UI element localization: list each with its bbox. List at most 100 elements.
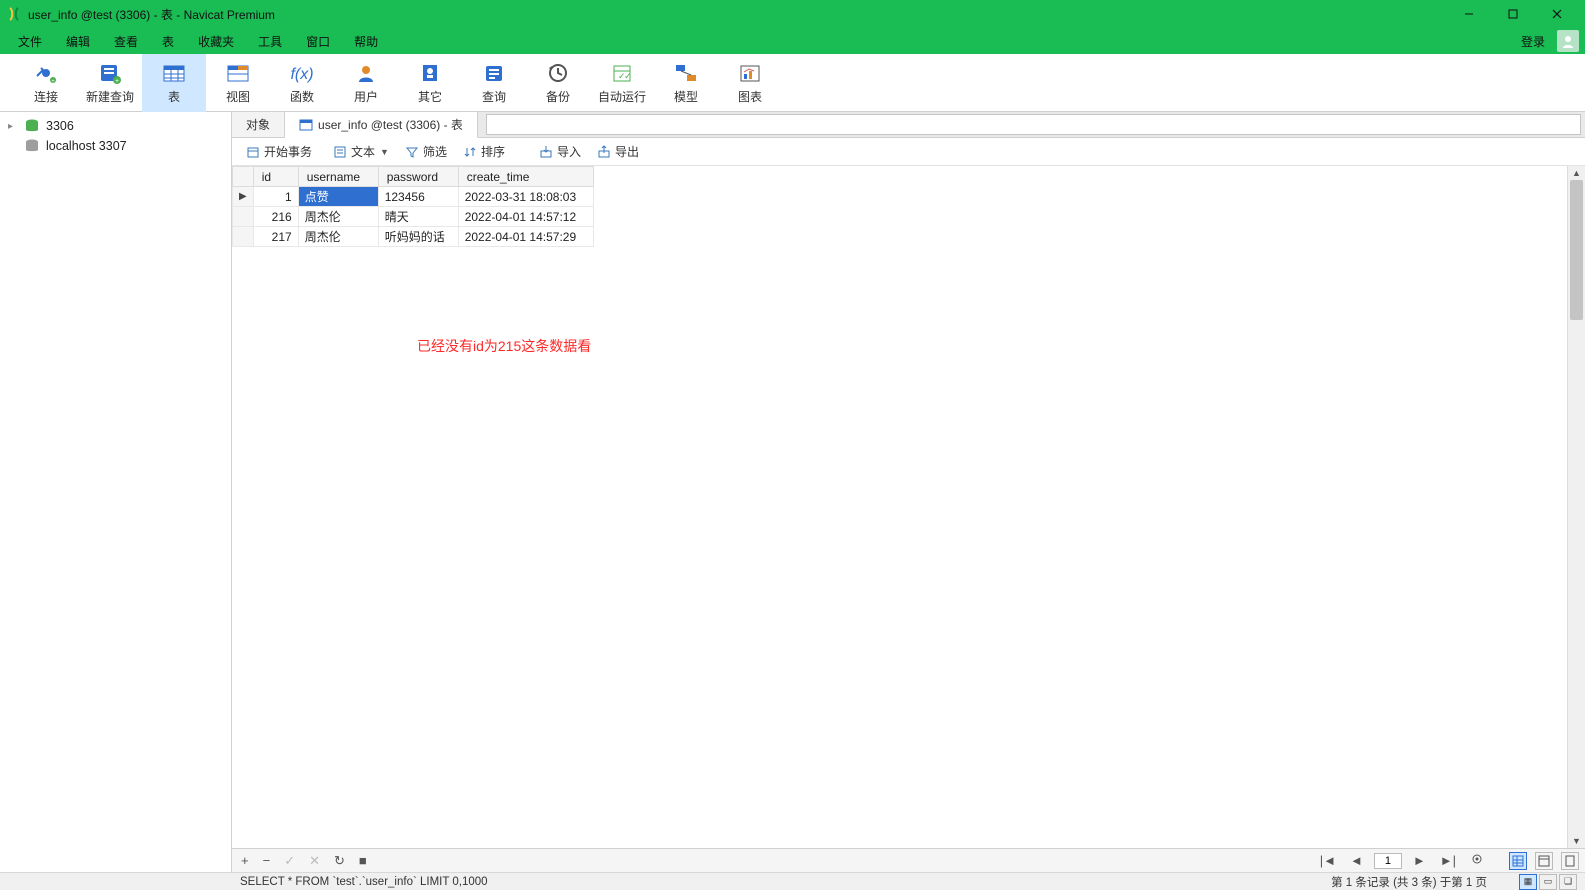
page-input[interactable] [1374, 853, 1402, 869]
last-page-button[interactable]: ►| [1437, 853, 1459, 868]
data-grid[interactable]: idusernamepasswordcreate_time▶1点赞1234562… [232, 166, 594, 247]
stop-button[interactable]: ■ [356, 853, 370, 868]
settings-gear-icon[interactable] [1467, 852, 1487, 869]
ribbon-label: 用户 [354, 88, 378, 105]
ribbon-label: 自动运行 [598, 88, 646, 105]
cancel-row-button[interactable]: ✕ [306, 853, 323, 869]
svg-text:✓: ✓ [624, 71, 632, 81]
scroll-up-arrow[interactable]: ▲ [1568, 166, 1585, 180]
cell[interactable]: 晴天 [378, 207, 458, 227]
tab[interactable]: 对象 [232, 112, 285, 137]
add-row-button[interactable]: + [238, 853, 252, 868]
menu-item-工具[interactable]: 工具 [246, 32, 294, 52]
text-icon [333, 145, 347, 159]
sort-button[interactable]: 排序 [457, 140, 511, 163]
maximize-button[interactable] [1491, 0, 1535, 28]
start-transaction-button[interactable]: 开始事务 [240, 140, 318, 163]
ribbon-user-button[interactable]: 用户 [334, 54, 398, 112]
tab-filter-input[interactable] [486, 114, 1581, 135]
status-detail-mode-button[interactable]: ▭ [1539, 874, 1557, 890]
close-button[interactable] [1535, 0, 1579, 28]
import-label: 导入 [557, 143, 581, 160]
column-header[interactable]: username [298, 167, 378, 187]
cell[interactable]: 2022-04-01 14:57:29 [458, 227, 593, 247]
chart-icon [736, 61, 764, 85]
scroll-down-arrow[interactable]: ▼ [1568, 834, 1585, 848]
ribbon-other-button[interactable]: 其它 [398, 54, 462, 112]
row-header [233, 167, 254, 187]
column-header[interactable]: password [378, 167, 458, 187]
table-row[interactable]: 216周杰伦晴天2022-04-01 14:57:12 [233, 207, 594, 227]
avatar-icon[interactable] [1557, 30, 1579, 52]
tab[interactable]: user_info @test (3306) - 表 [285, 112, 478, 138]
menu-item-编辑[interactable]: 编辑 [54, 32, 102, 52]
auto-icon: ✓✓ [608, 61, 636, 85]
filter-button[interactable]: 筛选 [399, 140, 453, 163]
menu-item-文件[interactable]: 文件 [6, 32, 54, 52]
ribbon-backup-button[interactable]: 备份 [526, 54, 590, 112]
ribbon-label: 图表 [738, 88, 762, 105]
annotation-text: 已经没有id为215这条数据看 [417, 336, 591, 356]
ribbon-plug-button[interactable]: +连接 [14, 54, 78, 112]
connection-item[interactable]: ▸3306 [0, 116, 231, 136]
menu-item-表[interactable]: 表 [150, 32, 186, 52]
ribbon-label: 新建查询 [86, 88, 134, 105]
export-button[interactable]: 导出 [591, 140, 645, 163]
cell[interactable]: 2022-03-31 18:08:03 [458, 187, 593, 207]
ribbon-auto-button[interactable]: ✓✓ 自动运行 [590, 54, 654, 112]
status-grid-mode-button[interactable]: ▦ [1519, 874, 1537, 890]
scrollbar-thumb[interactable] [1570, 180, 1583, 320]
ribbon-table-button[interactable]: 表 [142, 54, 206, 112]
text-button[interactable]: 文本▼ [327, 140, 395, 163]
database-icon [24, 118, 40, 134]
table-row[interactable]: ▶1点赞1234562022-03-31 18:08:03 [233, 187, 594, 207]
cell[interactable]: 周杰伦 [298, 207, 378, 227]
first-page-button[interactable]: |◄ [1317, 853, 1339, 868]
editor-toolbar: 开始事务 文本▼ 筛选 排序 导入 导出 [232, 138, 1585, 166]
ribbon-function-button[interactable]: f(x)函数 [270, 54, 334, 112]
ribbon-label: 表 [168, 88, 180, 105]
cell[interactable]: 点赞 [298, 187, 378, 207]
menu-item-收藏夹[interactable]: 收藏夹 [186, 32, 246, 52]
ribbon-label: 连接 [34, 88, 58, 105]
tab-strip: 对象 user_info @test (3306) - 表 [232, 112, 1585, 138]
cell[interactable]: 123456 [378, 187, 458, 207]
next-page-button[interactable]: ► [1410, 853, 1429, 868]
row-indicator [233, 207, 254, 227]
ribbon-new-query-button[interactable]: +新建查询 [78, 54, 142, 112]
menubar: 文件编辑查看表收藏夹工具窗口帮助 登录 [0, 28, 1585, 54]
ribbon-view-button[interactable]: 视图 [206, 54, 270, 112]
cell[interactable]: 216 [253, 207, 298, 227]
status-sql: SELECT * FROM `test`.`user_info` LIMIT 0… [240, 876, 488, 888]
connection-item[interactable]: localhost 3307 [0, 136, 231, 156]
minimize-button[interactable] [1447, 0, 1491, 28]
column-header[interactable]: create_time [458, 167, 593, 187]
cell[interactable]: 217 [253, 227, 298, 247]
menu-item-查看[interactable]: 查看 [102, 32, 150, 52]
menu-item-窗口[interactable]: 窗口 [294, 32, 342, 52]
chevron-down-icon: ▼ [379, 147, 389, 157]
status-bar: SELECT * FROM `test`.`user_info` LIMIT 0… [0, 872, 1585, 890]
ribbon-chart-button[interactable]: 图表 [718, 54, 782, 112]
status-doc-mode-button[interactable]: ❏ [1559, 874, 1577, 890]
column-header[interactable]: id [253, 167, 298, 187]
ribbon-query-button[interactable]: 查询 [462, 54, 526, 112]
delete-row-button[interactable]: − [260, 853, 274, 868]
login-link[interactable]: 登录 [1513, 30, 1553, 53]
tab-label: 对象 [246, 116, 270, 133]
prev-page-button[interactable]: ◄ [1347, 853, 1366, 868]
cell[interactable]: 2022-04-01 14:57:12 [458, 207, 593, 227]
form-view-button[interactable] [1535, 852, 1553, 870]
apply-button[interactable]: ✓ [281, 853, 298, 869]
import-button[interactable]: 导入 [533, 140, 587, 163]
vertical-scrollbar[interactable]: ▲ ▼ [1567, 166, 1585, 848]
report-view-button[interactable] [1561, 852, 1579, 870]
cell[interactable]: 1 [253, 187, 298, 207]
ribbon-model-button[interactable]: 模型 [654, 54, 718, 112]
cell[interactable]: 周杰伦 [298, 227, 378, 247]
cell[interactable]: 听妈妈的话 [378, 227, 458, 247]
grid-view-button[interactable] [1509, 852, 1527, 870]
refresh-button[interactable]: ↻ [331, 853, 348, 869]
menu-item-帮助[interactable]: 帮助 [342, 32, 390, 52]
table-row[interactable]: 217周杰伦听妈妈的话2022-04-01 14:57:29 [233, 227, 594, 247]
